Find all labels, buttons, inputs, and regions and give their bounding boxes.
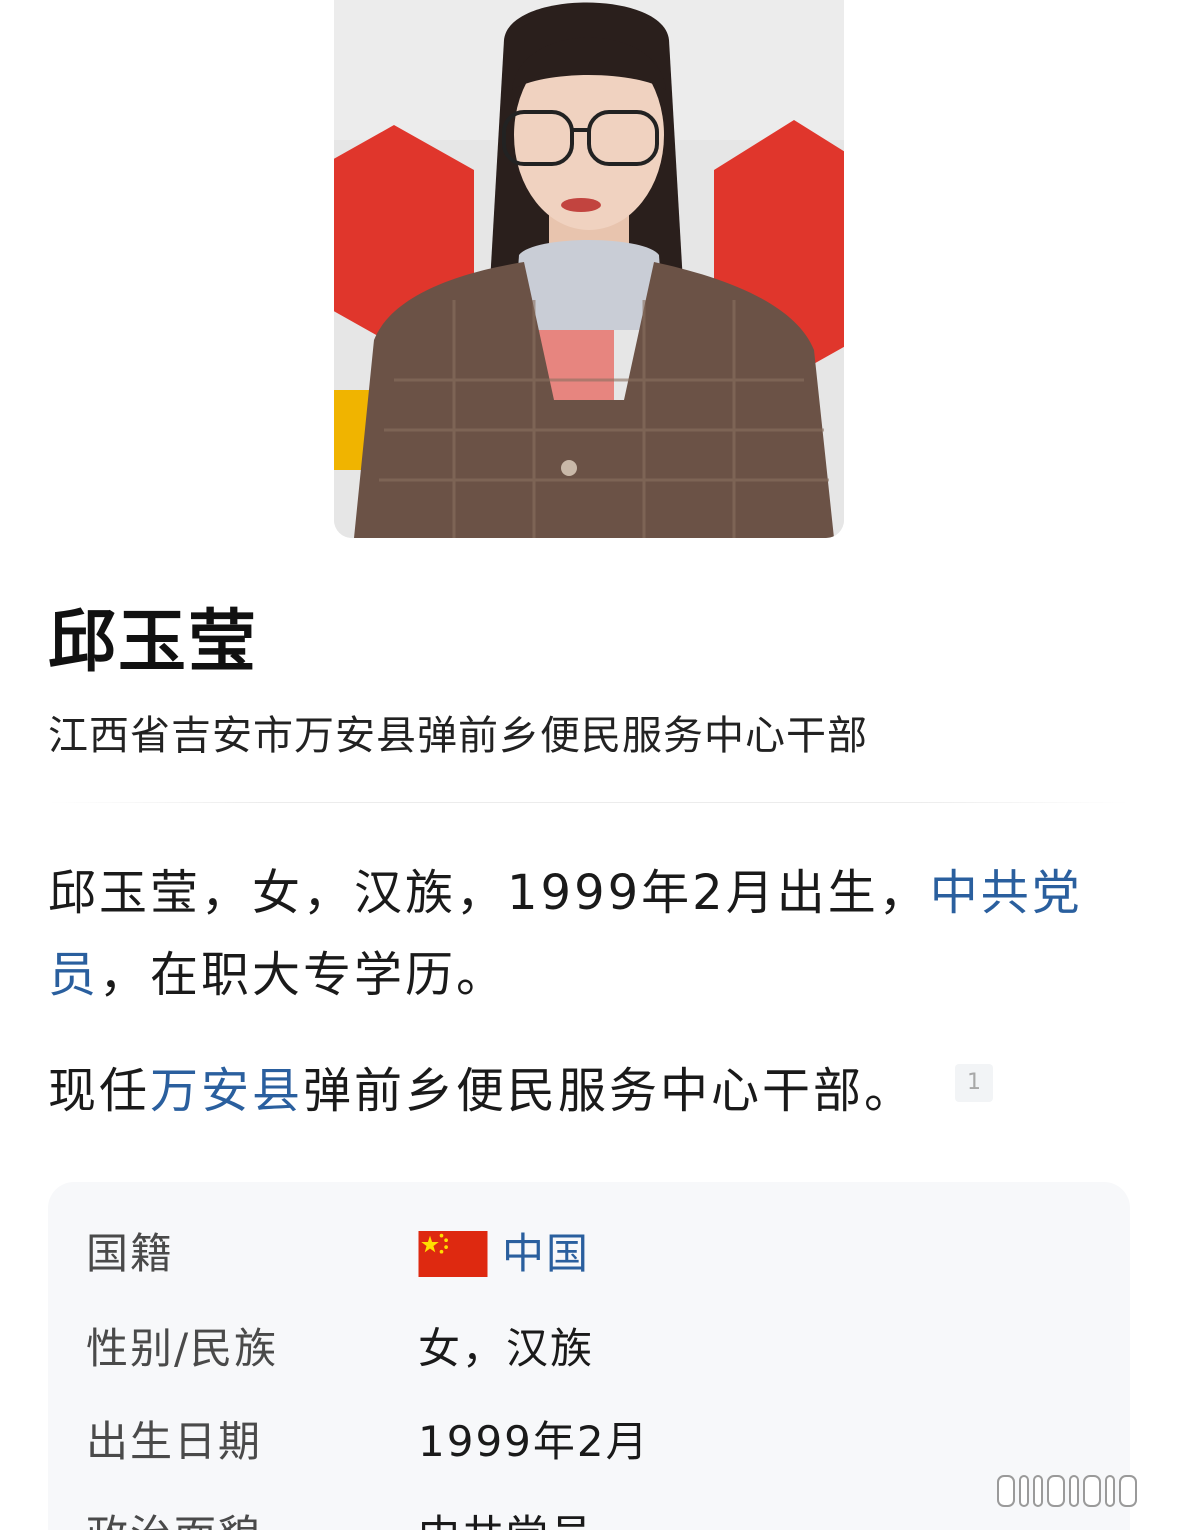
info-label: 性别/民族 — [86, 1324, 279, 1373]
info-row-gender-ethnicity: 性别/民族 女，汉族 — [48, 1309, 1130, 1389]
summary-text: ，在职大专学历。 — [99, 947, 508, 1003]
entry-title: 邱玉莹 — [48, 603, 259, 682]
watermark-logo — [992, 1468, 1162, 1514]
nationality-link[interactable]: 中国 — [502, 1214, 590, 1294]
divider — [48, 802, 1130, 803]
reference-marker[interactable]: 1 — [955, 1064, 994, 1102]
position-text: 现任 — [48, 1063, 151, 1119]
info-value: 中共党员 — [418, 1496, 594, 1530]
info-label: 政治面貌 — [86, 1496, 262, 1530]
basic-info-card: 国籍 中国 性别/民族 女，汉族 出生日期 1999年2月 政治面貌 — [48, 1182, 1130, 1530]
info-label: 国籍 — [86, 1229, 175, 1278]
portrait-photo[interactable] — [334, 0, 844, 538]
summary-paragraph: 邱玉莹，女，汉族，1999年2月出生，中共党员，在职大专学历。 — [48, 852, 1130, 1016]
info-value-nationality[interactable]: 中国 — [418, 1214, 590, 1294]
info-row-nationality: 国籍 中国 — [48, 1214, 1130, 1294]
wanan-county-link[interactable]: 万安县 — [150, 1063, 303, 1119]
entry-subtitle: 江西省吉安市万安县弹前乡便民服务中心干部 — [48, 713, 868, 759]
encyclopedia-entry-page: 邱玉莹 江西省吉安市万安县弹前乡便民服务中心干部 邱玉莹，女，汉族，1999年2… — [0, 0, 1178, 1530]
china-flag-icon — [418, 1231, 488, 1277]
info-value: 女，汉族 — [418, 1324, 595, 1373]
summary-text: 邱玉莹，女，汉族，1999年2月出生， — [48, 865, 930, 921]
info-label: 出生日期 — [86, 1417, 263, 1466]
info-value: 1999年2月 — [418, 1417, 650, 1466]
position-text: 弹前乡便民服务中心干部。 — [303, 1063, 916, 1119]
position-paragraph: 现任万安县弹前乡便民服务中心干部。 1 — [48, 1050, 1130, 1132]
info-row-birth-date: 出生日期 1999年2月 — [48, 1402, 1130, 1482]
info-row-political-status: 政治面貌 中共党员 — [48, 1496, 1130, 1530]
